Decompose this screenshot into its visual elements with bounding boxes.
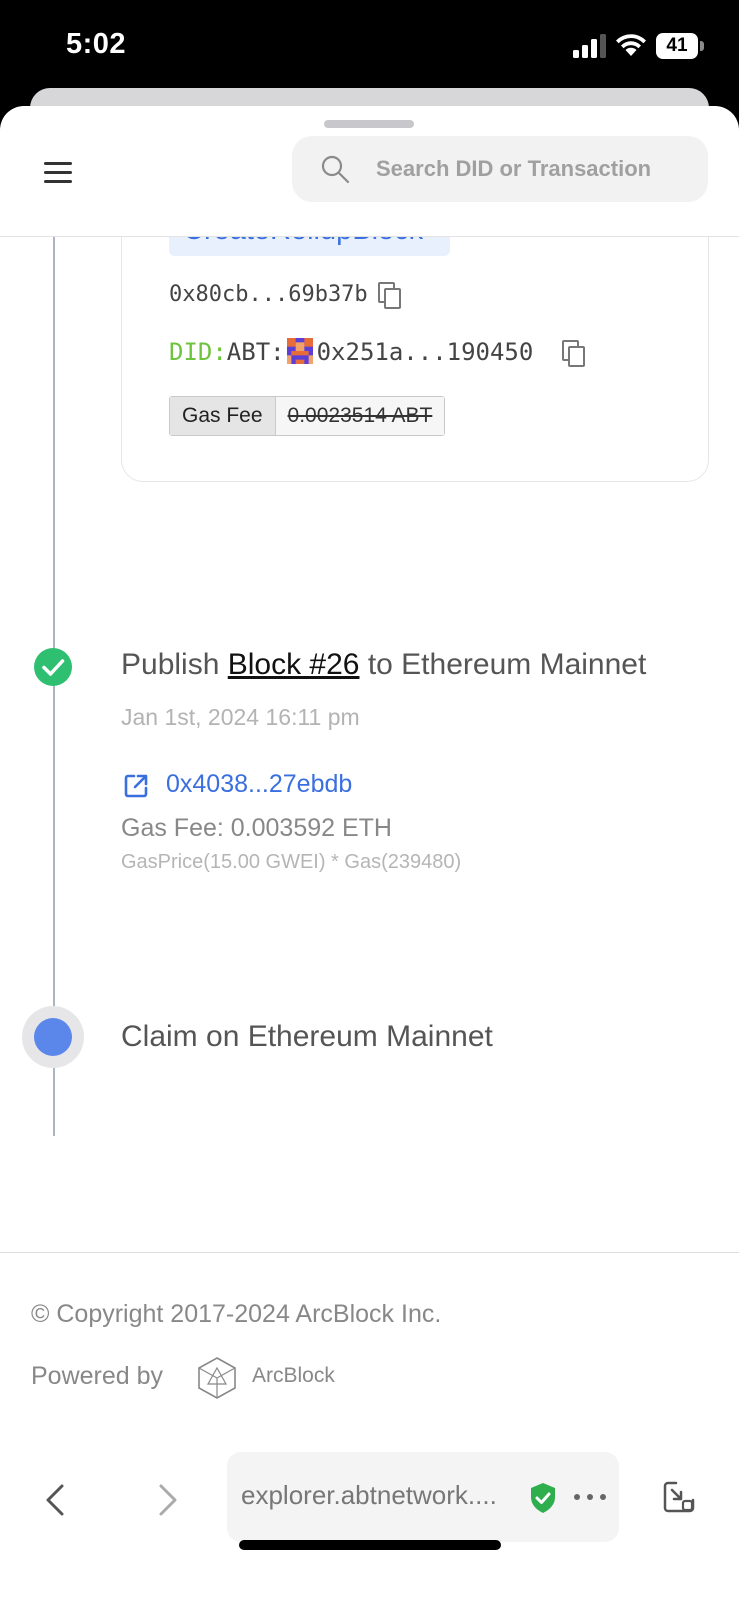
did-address: 0x251a...190450 <box>316 338 534 366</box>
tx-hash[interactable]: 0x80cb...69b37b <box>169 282 368 307</box>
sheet-grabber[interactable] <box>324 120 414 128</box>
gas-fee-badge: Gas Fee 0.0023514 ABT <box>169 396 446 436</box>
status-time: 5:02 <box>66 28 127 60</box>
footer-divider <box>0 1252 739 1253</box>
did-type: ABT: <box>226 338 285 366</box>
search-icon <box>321 155 350 184</box>
arcblock-logo[interactable] <box>196 1356 238 1400</box>
more-icon[interactable] <box>572 1486 608 1508</box>
status-bar: 5:02 41 <box>0 0 739 100</box>
chevron-right-icon[interactable] <box>153 1482 181 1518</box>
battery-icon: 41 <box>656 33 704 59</box>
pending-step-icon <box>22 1006 84 1068</box>
eth-gas-detail: GasPrice(15.00 GWEI) * Gas(239480) <box>121 851 462 873</box>
browser-sheet: CreateRollupBlock 0x80cb...69b37b DID:AB… <box>0 106 739 1600</box>
did-avatar-icon <box>286 338 313 364</box>
external-link-icon[interactable] <box>123 773 149 799</box>
powered-by-label: Powered by <box>31 1362 164 1390</box>
publish-title-suffix: to Ethereum Mainnet <box>359 648 647 681</box>
arcblock-name[interactable]: ArcBlock <box>252 1364 335 1388</box>
publish-date: Jan 1st, 2024 16:11 pm <box>121 704 360 730</box>
search-input[interactable] <box>376 150 672 188</box>
publish-title-prefix: Publish <box>121 648 228 681</box>
chevron-left-icon[interactable] <box>42 1482 70 1518</box>
minimize-icon[interactable] <box>662 1480 696 1514</box>
eth-tx-link[interactable]: 0x4038...27ebdb <box>166 770 352 799</box>
browser-toolbar: explorer.abtnetwork.... <box>0 1452 739 1600</box>
shield-check-icon <box>531 1483 555 1513</box>
gas-fee-badge-value: 0.0023514 ABT <box>275 397 445 435</box>
publish-step-title: Publish Block #26 to Ethereum Mainnet <box>121 648 646 682</box>
url-bar[interactable]: explorer.abtnetwork.... <box>227 1452 619 1542</box>
search-box[interactable] <box>292 136 708 202</box>
timeline-line <box>53 236 55 1136</box>
copy-icon[interactable] <box>378 282 402 310</box>
site-header <box>0 130 739 237</box>
battery-level: 41 <box>666 35 688 56</box>
block-link[interactable]: Block #26 <box>228 648 360 681</box>
claim-step-title: Claim on Ethereum Mainnet <box>121 1020 493 1053</box>
copy-icon[interactable] <box>562 340 586 368</box>
eth-gas-fee: Gas Fee: 0.003592 ETH <box>121 814 392 842</box>
check-icon <box>34 648 72 686</box>
home-indicator[interactable] <box>239 1540 501 1550</box>
gas-fee-badge-label: Gas Fee <box>170 397 276 435</box>
menu-icon[interactable] <box>44 160 74 186</box>
wifi-icon <box>616 34 646 56</box>
copyright-text: © Copyright 2017-2024 ArcBlock Inc. <box>31 1300 442 1328</box>
signal-icon <box>573 34 606 58</box>
did-row[interactable]: DID:ABT: 0x251a...190450 <box>169 338 533 366</box>
did-prefix: DID: <box>169 338 227 366</box>
url-text[interactable]: explorer.abtnetwork.... <box>241 1480 497 1511</box>
